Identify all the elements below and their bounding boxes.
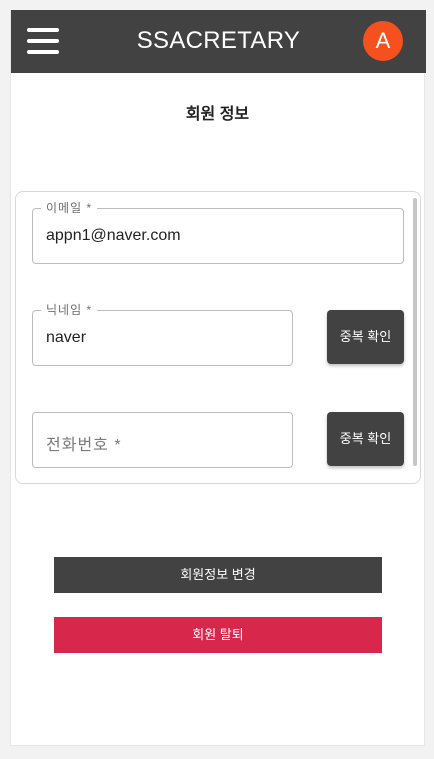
phone-field[interactable]: 전화번호 * bbox=[32, 412, 293, 468]
nickname-label: 닉네임 * bbox=[41, 303, 98, 317]
email-value: appn1@naver.com bbox=[46, 227, 181, 244]
update-profile-button[interactable]: 회원정보 변경 bbox=[54, 557, 382, 593]
nickname-field[interactable]: 닉네임 * naver bbox=[32, 303, 293, 366]
profile-form-card: 이메일 * appn1@naver.com 닉네임 * naver 중복 확인 … bbox=[15, 191, 421, 484]
phone-placeholder: 전화번호 * bbox=[46, 437, 122, 454]
app-frame: SSACRETARY A 회원 정보 이메일 * appn1@naver.com… bbox=[10, 10, 426, 746]
email-label: 이메일 * bbox=[41, 201, 98, 215]
nickname-value: naver bbox=[46, 329, 87, 346]
app-bar: SSACRETARY A bbox=[11, 10, 426, 73]
phone-check-button[interactable]: 중복 확인 bbox=[327, 412, 404, 466]
page-title: 회원 정보 bbox=[185, 106, 250, 123]
user-avatar[interactable]: A bbox=[363, 21, 403, 61]
withdraw-button[interactable]: 회원 탈퇴 bbox=[54, 617, 382, 653]
nickname-check-button[interactable]: 중복 확인 bbox=[327, 310, 404, 364]
email-field[interactable]: 이메일 * appn1@naver.com bbox=[32, 201, 404, 264]
form-scrollbar[interactable] bbox=[413, 198, 417, 466]
